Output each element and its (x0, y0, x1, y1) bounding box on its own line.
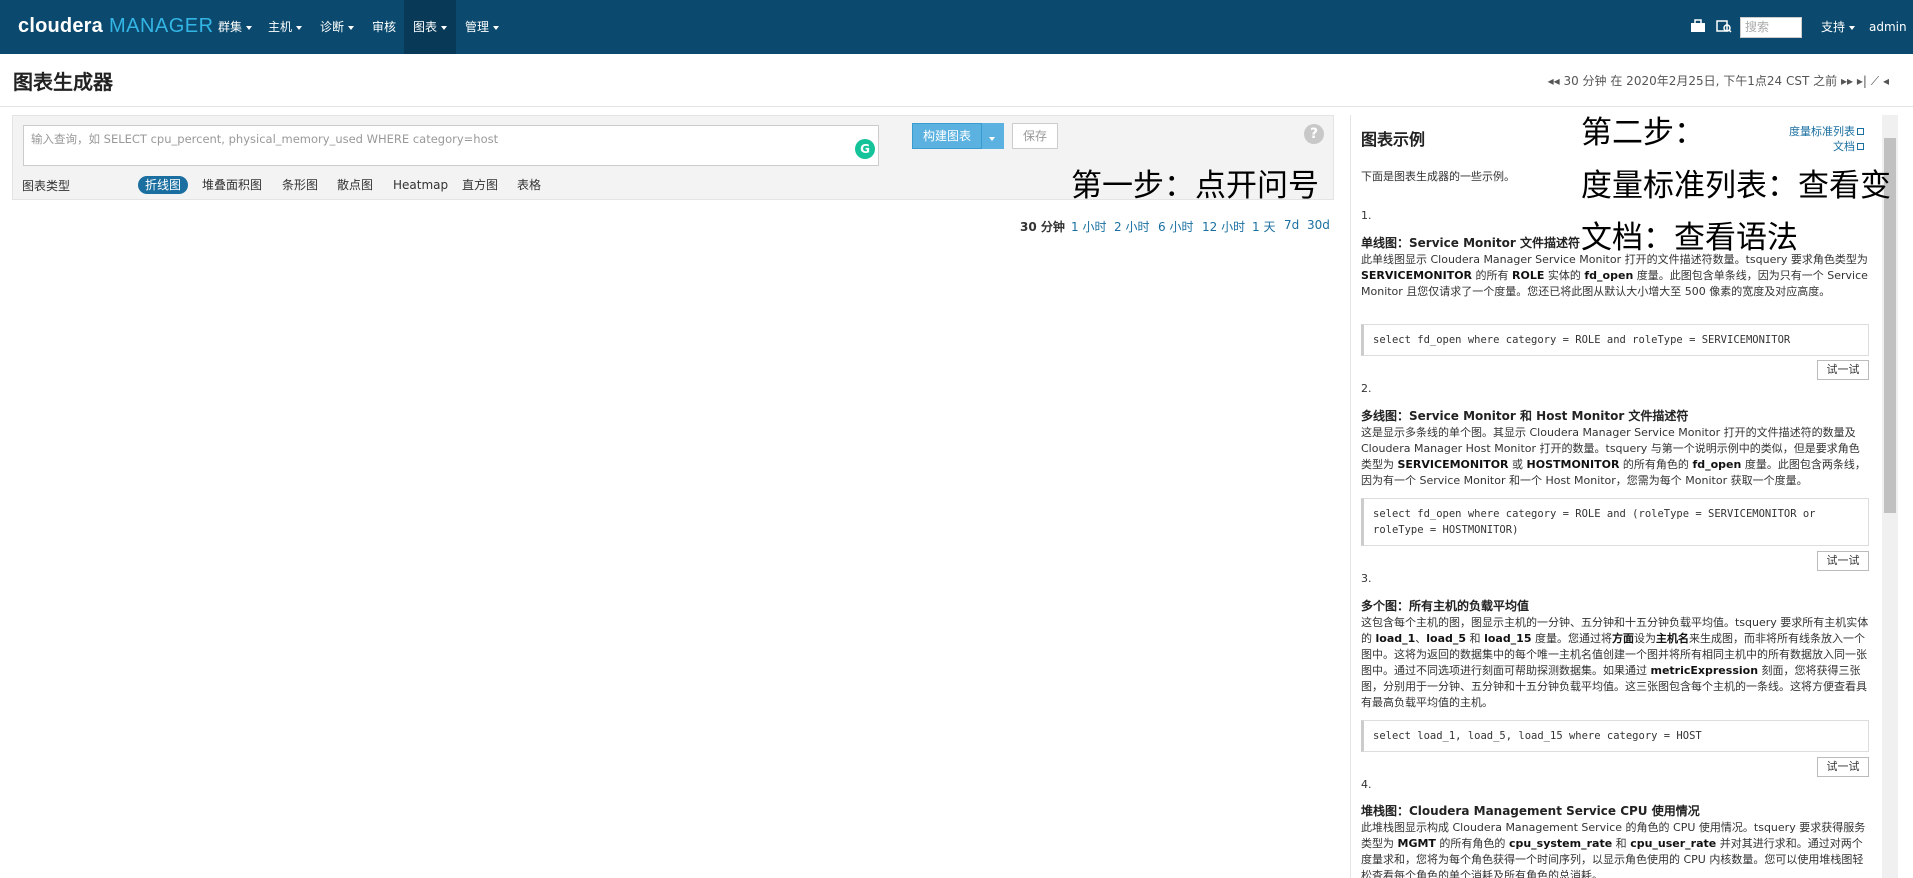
build-chart-dropdown[interactable] (981, 123, 1004, 149)
range-2h[interactable]: 2 小时 (1114, 218, 1149, 235)
range-12h[interactable]: 12 小时 (1202, 218, 1245, 235)
nav-audits-label: 审核 (372, 20, 397, 34)
try-button[interactable]: 试一试 (1817, 360, 1869, 380)
caret-down-icon (348, 25, 355, 30)
query-textarea[interactable]: 输入查询，如 SELECT cpu_percent, physical_memo… (23, 125, 879, 166)
chart-type-table[interactable]: 表格 (517, 176, 541, 194)
nav-administration[interactable]: 管理 (456, 0, 508, 54)
brand-manager: MANAGER (108, 15, 214, 37)
step-forward-icon[interactable]: ▸▸ (1841, 74, 1853, 88)
try-button[interactable]: 试一试 (1817, 757, 1869, 777)
annotation-docs: 文档：查看语法 (1581, 220, 1798, 256)
nav-hosts[interactable]: 主机 (259, 0, 311, 54)
example-description: 这包含每个主机的图，图显示主机的一分钟、五分钟和十五分钟负载平均值。tsquer… (1361, 616, 1869, 709)
time-marker-label: 30 分钟 在 2020年2月25日, 下午1点24 CST 之前 (1563, 74, 1838, 88)
range-1d[interactable]: 1 天 (1252, 218, 1275, 235)
caret-down-icon (1849, 25, 1856, 30)
save-button[interactable]: 保存 (1012, 123, 1058, 149)
top-navbar: cloudera MANAGER 群集 主机 诊断 审核 图表 管理 搜索 支持 … (0, 0, 1913, 84)
example-description: 此堆栈图显示构成 Cloudera Management Service 的角色… (1361, 821, 1866, 878)
step-back-icon[interactable]: ◂◂ (1548, 74, 1560, 88)
chart-type-bar[interactable]: 条形图 (282, 176, 318, 194)
panel-title: 图表示例 (1361, 130, 1426, 149)
range-6h[interactable]: 6 小时 (1158, 218, 1193, 235)
example-title: 多个图：所有主机的负载平均值 (1361, 599, 1530, 613)
grammarly-icon[interactable]: G (855, 139, 875, 159)
nav-charts[interactable]: 图表 (404, 0, 457, 54)
cloudera-manager-logo[interactable]: cloudera MANAGER (18, 15, 214, 38)
docs-link-label: 文档 (1833, 140, 1855, 153)
caret-down-icon (246, 25, 253, 30)
caret-down-icon (989, 136, 995, 141)
panel-links: 度量标准列表 文档 (1789, 124, 1864, 154)
skip-to-now-icon[interactable]: ▸| (1857, 74, 1867, 88)
range-current: 30 分钟 (1020, 220, 1065, 234)
support-label: 支持 (1821, 20, 1846, 34)
example-description: 这是显示多条线的单个图。其显示 Cloudera Manager Service… (1361, 426, 1866, 487)
caret-down-icon (493, 25, 500, 30)
range-1h[interactable]: 1 小时 (1071, 218, 1106, 235)
example-number: 2. (1361, 382, 1372, 395)
search-parcel-icon[interactable] (1716, 19, 1732, 33)
user-label: admin (1869, 20, 1907, 34)
nav-clusters[interactable]: 群集 (209, 0, 261, 54)
metrics-list-link-label: 度量标准列表 (1789, 125, 1855, 138)
page-title: 图表生成器 (13, 70, 113, 94)
example-number: 3. (1361, 572, 1372, 585)
panel-intro: 下面是图表生成器的一些示例。 (1361, 170, 1515, 183)
range-30d[interactable]: 30d (1307, 218, 1330, 232)
nav-diagnostics-label: 诊断 (320, 20, 345, 34)
chart-icon[interactable]: ⟋ (1871, 74, 1879, 88)
example-title: 多线图：Service Monitor 和 Host Monitor 文件描述符 (1361, 409, 1689, 423)
example-code: select load_1, load_5, load_15 where cat… (1361, 720, 1869, 752)
chart-type-stacked-area[interactable]: 堆叠面积图 (202, 176, 262, 194)
annotation-step1: 第一步：点开问号 (1071, 168, 1319, 204)
chart-type-histogram[interactable]: 直方图 (462, 176, 498, 194)
external-link-icon (1857, 143, 1864, 150)
caret-down-icon (296, 25, 303, 30)
chart-type-line[interactable]: 折线图 (138, 176, 189, 194)
example-number: 1. (1361, 209, 1372, 222)
collapse-icon[interactable]: ◂ (1883, 74, 1889, 88)
example-number: 4. (1361, 778, 1372, 791)
try-button[interactable]: 试一试 (1817, 551, 1869, 571)
example-description: 此单线图显示 Cloudera Manager Service Monitor … (1361, 253, 1868, 298)
annotation-metrics-list: 度量标准列表：查看变 (1581, 168, 1891, 204)
annotation-step2: 第二步： (1581, 115, 1705, 151)
nav-diagnostics[interactable]: 诊断 (311, 0, 363, 54)
example-code: select fd_open where category = ROLE and… (1361, 498, 1869, 546)
metrics-list-link[interactable]: 度量标准列表 (1789, 124, 1864, 139)
nav-administration-label: 管理 (465, 20, 490, 34)
search-input[interactable]: 搜索 (1740, 17, 1802, 38)
chart-type-scatter[interactable]: 散点图 (337, 176, 373, 194)
docs-link[interactable]: 文档 (1789, 139, 1864, 154)
external-link-icon (1857, 128, 1864, 135)
nav-charts-label: 图表 (413, 20, 438, 34)
nav-hosts-label: 主机 (268, 20, 293, 34)
briefcase-icon[interactable] (1690, 19, 1706, 33)
chart-type-heatmap[interactable]: Heatmap (393, 176, 448, 194)
range-7d[interactable]: 7d (1284, 218, 1299, 232)
caret-down-icon (441, 25, 448, 30)
chart-type-label: 图表类型 (22, 179, 71, 193)
nav-clusters-label: 群集 (218, 20, 243, 34)
example-title: 堆栈图：Cloudera Management Service CPU 使用情况 (1361, 804, 1700, 818)
example-code: select fd_open where category = ROLE and… (1361, 324, 1869, 356)
time-control[interactable]: ◂◂ 30 分钟 在 2020年2月25日, 下午1点24 CST 之前 ▸▸ … (1548, 72, 1889, 89)
support-menu[interactable]: 支持 (1821, 0, 1856, 54)
user-menu[interactable]: admin (1869, 0, 1913, 84)
nav-audits[interactable]: 审核 (363, 0, 405, 54)
example-title: 单线图：Service Monitor 文件描述符 (1361, 236, 1580, 250)
brand-cloudera: cloudera (18, 15, 103, 37)
help-icon[interactable]: ? (1304, 124, 1324, 144)
